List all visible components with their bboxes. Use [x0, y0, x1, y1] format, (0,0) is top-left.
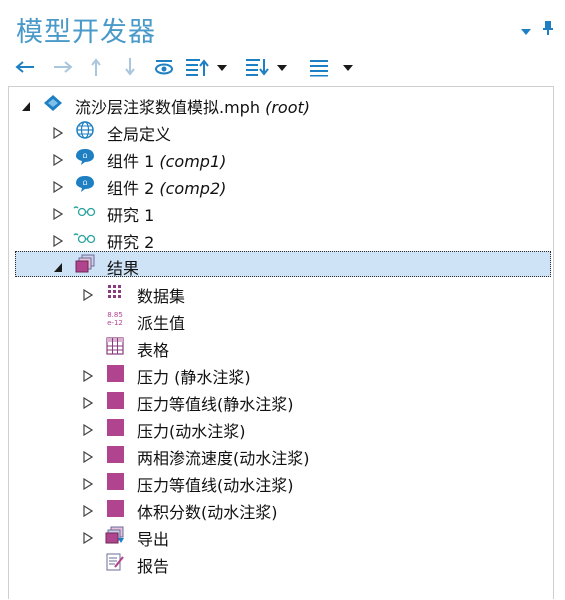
- plot-group-label: 压力 (静水注浆): [137, 368, 251, 387]
- plot-group-icon: [105, 471, 125, 491]
- component-icon: Ω: [75, 174, 95, 194]
- derived-values-label: 派生值: [137, 314, 186, 333]
- datasets-label: 数据集: [137, 287, 186, 306]
- tree-node-study-2[interactable]: 研究 2: [9, 225, 553, 252]
- toolbar: [12, 55, 552, 81]
- move-up-icon[interactable]: [86, 55, 106, 79]
- component-2-tag: (comp2): [159, 179, 227, 198]
- tree-node-results[interactable]: 结果: [15, 251, 551, 278]
- component-1-label: 组件 1: [107, 152, 155, 171]
- expand-arrow-icon[interactable]: [83, 529, 94, 545]
- pin-icon[interactable]: [542, 20, 554, 40]
- tree-node-plot-group[interactable]: 体积分数(动水注浆): [9, 495, 553, 522]
- plot-group-icon: [105, 417, 125, 437]
- globe-icon: [75, 120, 95, 140]
- expand-arrow-icon[interactable]: [53, 151, 64, 167]
- expand-arrow-icon[interactable]: [83, 394, 94, 410]
- plot-group-label: 压力(动水注浆): [137, 422, 246, 441]
- tree-node-root[interactable]: 流沙层注浆数值模拟.mph (root): [9, 90, 553, 117]
- model-file-icon: [43, 93, 63, 113]
- tree-node-datasets[interactable]: 数据集: [9, 279, 553, 306]
- component-2-label: 组件 2: [107, 179, 155, 198]
- reports-label: 报告: [137, 557, 170, 576]
- expand-all-icon[interactable]: [244, 55, 288, 79]
- expand-arrow-icon[interactable]: [53, 205, 64, 221]
- svg-text:Ω: Ω: [83, 153, 88, 160]
- show-icon[interactable]: [152, 55, 176, 79]
- report-icon: [105, 552, 125, 572]
- tree-node-reports[interactable]: 报告: [9, 549, 553, 576]
- study-2-label: 研究 2: [107, 233, 155, 252]
- dataset-grid-icon: [105, 282, 125, 302]
- tree-node-global-definitions[interactable]: 全局定义: [9, 117, 553, 144]
- global-definitions-label: 全局定义: [107, 125, 172, 144]
- tree-node-tables[interactable]: 表格: [9, 333, 553, 360]
- plot-group-icon: [105, 498, 125, 518]
- collapse-all-icon[interactable]: [184, 55, 228, 79]
- expand-arrow-icon[interactable]: [83, 421, 94, 437]
- svg-text:Ω: Ω: [83, 180, 88, 187]
- dropdown-menu-icon[interactable]: [520, 22, 532, 41]
- move-down-icon[interactable]: [120, 55, 140, 79]
- expand-arrow-icon[interactable]: [83, 286, 94, 302]
- collapse-arrow-icon[interactable]: [53, 258, 63, 272]
- plot-group-label: 体积分数(动水注浆): [137, 503, 278, 522]
- tree-node-derived-values[interactable]: 8.85 e-12 派生值: [9, 306, 553, 333]
- tree-node-plot-group[interactable]: 压力 (静水注浆): [9, 360, 553, 387]
- tables-label: 表格: [137, 341, 170, 360]
- component-icon: Ω: [75, 147, 95, 167]
- collapse-arrow-icon[interactable]: [21, 97, 31, 111]
- tree-node-plot-group[interactable]: 压力等值线(静水注浆): [9, 387, 553, 414]
- plot-group-icon: [105, 444, 125, 464]
- table-icon: [105, 336, 125, 356]
- expand-arrow-icon[interactable]: [83, 475, 94, 491]
- plot-group-icon: [105, 390, 125, 410]
- model-tree: 流沙层注浆数值模拟.mph (root) 全局定义 Ω 组件 1 (comp1): [8, 86, 554, 599]
- tree-node-plot-group[interactable]: 压力(动水注浆): [9, 414, 553, 441]
- study-glasses-icon: [73, 228, 97, 248]
- study-glasses-icon: [73, 201, 97, 221]
- export-icon: [105, 525, 125, 545]
- tree-node-export[interactable]: 导出: [9, 522, 553, 549]
- results-label: 结果: [107, 259, 140, 278]
- export-label: 导出: [137, 530, 170, 549]
- study-1-label: 研究 1: [107, 206, 155, 225]
- plot-group-label: 两相渗流速度(动水注浆): [137, 449, 310, 468]
- list-options-icon[interactable]: [308, 55, 354, 79]
- forward-arrow-icon[interactable]: [50, 55, 76, 79]
- expand-arrow-icon[interactable]: [83, 448, 94, 464]
- expand-arrow-icon[interactable]: [53, 232, 64, 248]
- tree-node-plot-group[interactable]: 压力等值线(动水注浆): [9, 468, 553, 495]
- tree-node-study-1[interactable]: 研究 1: [9, 198, 553, 225]
- plot-group-icon: [105, 363, 125, 383]
- results-icon: [75, 254, 95, 274]
- component-1-tag: (comp1): [159, 152, 227, 171]
- tree-node-component-1[interactable]: Ω 组件 1 (comp1): [9, 144, 553, 171]
- window-title: 模型开发器: [16, 17, 156, 48]
- plot-group-label: 压力等值线(静水注浆): [137, 395, 294, 414]
- root-label: 流沙层注浆数值模拟.mph: [75, 98, 260, 117]
- tree-node-component-2[interactable]: Ω 组件 2 (comp2): [9, 171, 553, 198]
- root-tag: (root): [265, 98, 310, 117]
- expand-arrow-icon[interactable]: [83, 367, 94, 383]
- expand-arrow-icon[interactable]: [83, 502, 94, 518]
- expand-arrow-icon[interactable]: [53, 124, 64, 140]
- plot-group-label: 压力等值线(动水注浆): [137, 476, 294, 495]
- back-arrow-icon[interactable]: [12, 55, 38, 79]
- tree-node-plot-group[interactable]: 两相渗流速度(动水注浆): [9, 441, 553, 468]
- derived-values-icon: 8.85 e-12: [107, 311, 123, 327]
- expand-arrow-icon[interactable]: [53, 178, 64, 194]
